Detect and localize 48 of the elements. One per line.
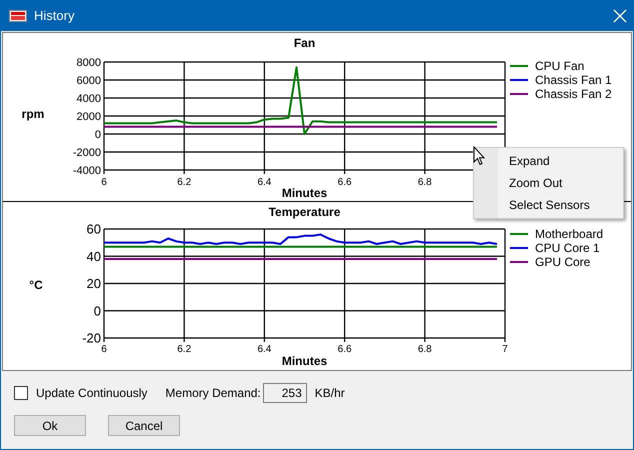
x-tick-label: 6.4 xyxy=(257,344,272,355)
x-tick-label: 6 xyxy=(101,177,107,188)
y-tick-label: 8000 xyxy=(76,56,101,69)
y-tick-label: 20 xyxy=(86,276,101,292)
x-tick-label: 6.6 xyxy=(338,344,352,355)
legend-label: Chassis Fan 1 xyxy=(535,73,612,87)
x-axis-label: Minutes xyxy=(282,354,328,368)
y-tick-label: 4000 xyxy=(76,92,101,105)
dialog-button[interactable]: Cancel xyxy=(108,415,180,436)
menu-item[interactable]: Zoom Out xyxy=(474,172,623,194)
y-tick-label: 0 xyxy=(94,303,101,318)
x-tick-label: 6.8 xyxy=(418,177,432,188)
unit-label: KB/hr xyxy=(314,386,345,400)
window-title: History xyxy=(34,8,76,23)
x-tick-label: 6.2 xyxy=(177,177,192,188)
y-tick-label: 6000 xyxy=(76,74,101,87)
x-tick-label: 6.6 xyxy=(338,177,352,188)
x-tick-label: 6.8 xyxy=(418,344,432,355)
legend-label: CPU Fan xyxy=(535,59,584,73)
memory-demand-label: Memory Demand: xyxy=(165,386,261,400)
y-tick-label: -20 xyxy=(82,330,101,346)
y-tick-label: -2000 xyxy=(72,146,101,159)
checkbox-label: Update Continuously xyxy=(36,386,148,400)
app-icon xyxy=(9,10,27,22)
x-tick-label: 6 xyxy=(101,344,107,355)
x-tick-label: 7 xyxy=(502,344,508,355)
chart-title: Temperature xyxy=(268,205,340,219)
x-tick-label: 6.2 xyxy=(177,344,192,355)
y-axis-label: rpm xyxy=(22,107,44,121)
legend-label: CPU Core 1 xyxy=(535,241,600,255)
menu-item[interactable]: Select Sensors xyxy=(474,194,623,216)
input-field[interactable]: 253 xyxy=(262,383,307,403)
x-axis-label: Minutes xyxy=(282,186,328,200)
chart-title: Fan xyxy=(294,36,316,50)
y-tick-label: 2000 xyxy=(76,110,101,123)
y-tick-label: 40 xyxy=(86,248,101,264)
x-tick-label: 6.4 xyxy=(257,177,272,188)
y-axis-label: °C xyxy=(29,278,43,292)
close-icon[interactable] xyxy=(613,8,627,22)
cursor-icon xyxy=(473,146,485,166)
legend-label: Motherboard xyxy=(535,227,604,241)
y-tick-label: 0 xyxy=(94,128,101,141)
y-tick-label: 60 xyxy=(86,222,101,237)
checkbox[interactable] xyxy=(14,386,28,400)
legend-label: GPU Core xyxy=(535,255,590,269)
y-tick-label: -4000 xyxy=(72,164,101,177)
legend-label: Chassis Fan 2 xyxy=(535,87,612,101)
dialog-button[interactable]: Ok xyxy=(14,415,86,436)
